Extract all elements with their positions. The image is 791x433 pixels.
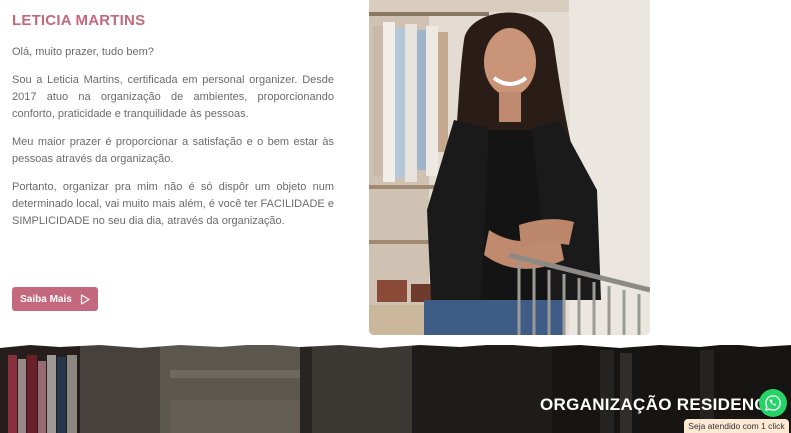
about-title: LETICIA MARTINS — [12, 12, 146, 29]
whatsapp-tooltip[interactable]: Seja atendido com 1 click — [684, 419, 789, 433]
torn-paper-edge — [0, 339, 791, 348]
whatsapp-icon — [765, 395, 781, 411]
about-paragraph: Meu maior prazer é proporcionar a satisf… — [12, 136, 334, 165]
whatsapp-button[interactable] — [759, 389, 787, 417]
banner-title: ORGANIZAÇÃO RESIDENCI — [540, 395, 773, 414]
about-paragraph: Portanto, organizar pra mim não é só dis… — [12, 181, 334, 227]
right-margin — [650, 0, 791, 345]
about-paragraph: Sou a Leticia Martins, certificada em pe… — [12, 74, 334, 120]
about-paragraph: Olá, muito prazer, tudo bem? — [12, 46, 154, 58]
about-text: LETICIA MARTINS Olá, muito prazer, tudo … — [12, 12, 334, 241]
profile-photo — [369, 0, 650, 335]
saiba-mais-label: Saiba Mais — [20, 293, 72, 305]
saiba-mais-button[interactable]: Saiba Mais — [12, 287, 98, 311]
play-outline-icon — [80, 293, 90, 305]
about-section: LETICIA MARTINS Olá, muito prazer, tudo … — [0, 0, 791, 345]
residential-banner — [0, 345, 791, 433]
